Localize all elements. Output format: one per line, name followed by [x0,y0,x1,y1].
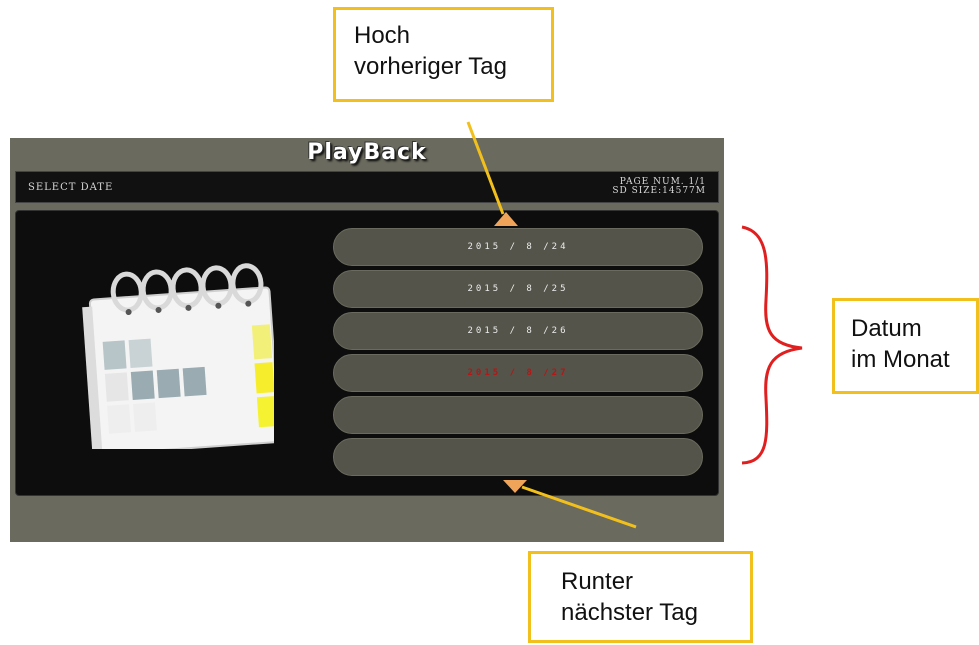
annotation-overlay [466,121,803,529]
bracket-icon [741,225,803,465]
pointer-down-line [521,485,637,529]
pointer-up-line [466,121,505,215]
